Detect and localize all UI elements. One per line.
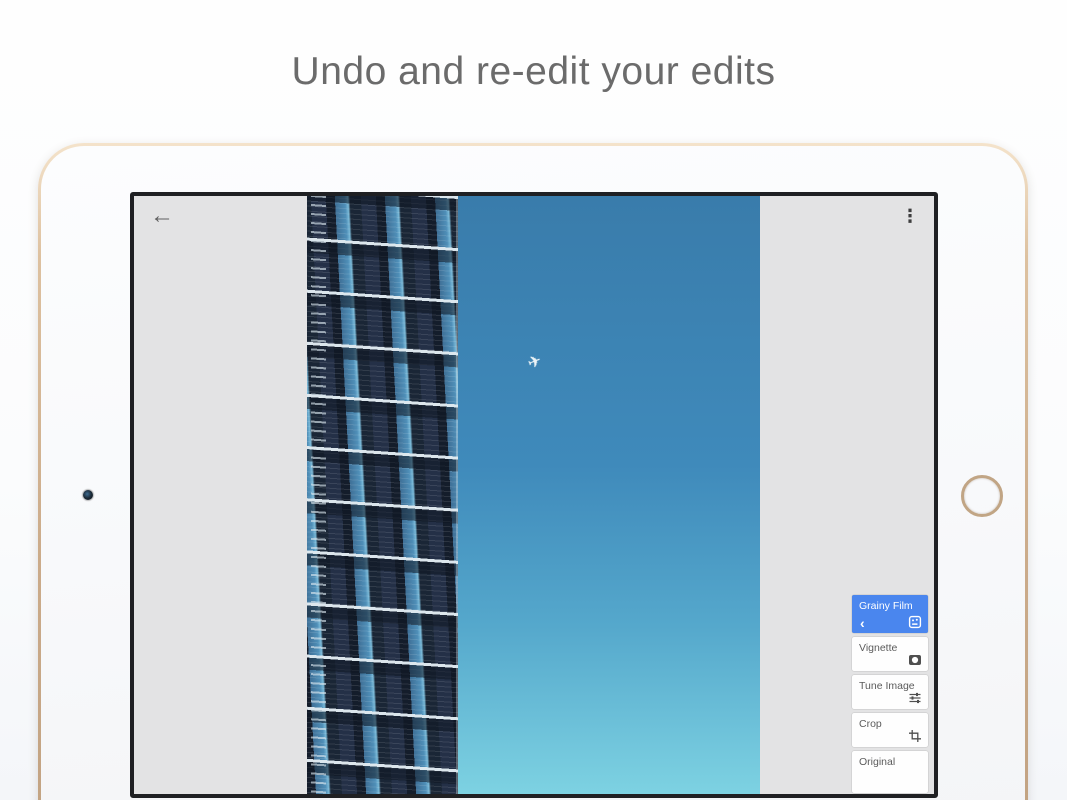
grainy-film-icon <box>908 615 922 629</box>
building-facade <box>307 196 458 794</box>
history-item-crop[interactable]: Crop <box>852 713 928 747</box>
history-item-label: Vignette <box>859 642 898 654</box>
tune-icon <box>908 691 922 705</box>
building-ladder-detail <box>311 196 326 794</box>
editor-canvas-area: ✈ ← ⋮ Grainy Film ‹ Vignette Tune Image … <box>134 196 934 794</box>
overflow-menu-button[interactable]: ⋮ <box>898 202 922 232</box>
front-camera <box>83 490 93 500</box>
building-corner-highlight <box>456 196 458 794</box>
history-item-label: Grainy Film <box>859 600 913 612</box>
back-button[interactable]: ← <box>146 200 178 232</box>
back-arrow-icon: ← <box>150 202 174 229</box>
edit-history-panel: Grainy Film ‹ Vignette Tune Image Crop O… <box>852 595 928 794</box>
three-dot-menu-icon: ⋮ <box>901 206 919 226</box>
history-item-grainy-film[interactable]: Grainy Film ‹ <box>852 595 928 633</box>
home-button[interactable] <box>961 475 1003 517</box>
crop-icon <box>908 729 922 743</box>
history-item-label: Original <box>859 756 896 768</box>
app-screen: ✈ ← ⋮ Grainy Film ‹ Vignette Tune Image … <box>130 192 938 798</box>
history-item-vignette[interactable]: Vignette <box>852 637 928 671</box>
history-item-label: Tune Image <box>859 680 915 692</box>
vignette-icon <box>908 653 922 667</box>
page-title: Undo and re-edit your edits <box>291 50 776 93</box>
history-item-original[interactable]: Original <box>852 751 928 793</box>
ipad-frame: ✈ ← ⋮ Grainy Film ‹ Vignette Tune Image … <box>38 143 1028 800</box>
airplane-icon: ✈ <box>525 352 545 373</box>
photo-canvas: ✈ <box>307 196 760 794</box>
history-item-label: Crop <box>859 718 882 730</box>
chevron-left-icon[interactable]: ‹ <box>860 616 865 630</box>
history-item-tune-image[interactable]: Tune Image <box>852 675 928 709</box>
